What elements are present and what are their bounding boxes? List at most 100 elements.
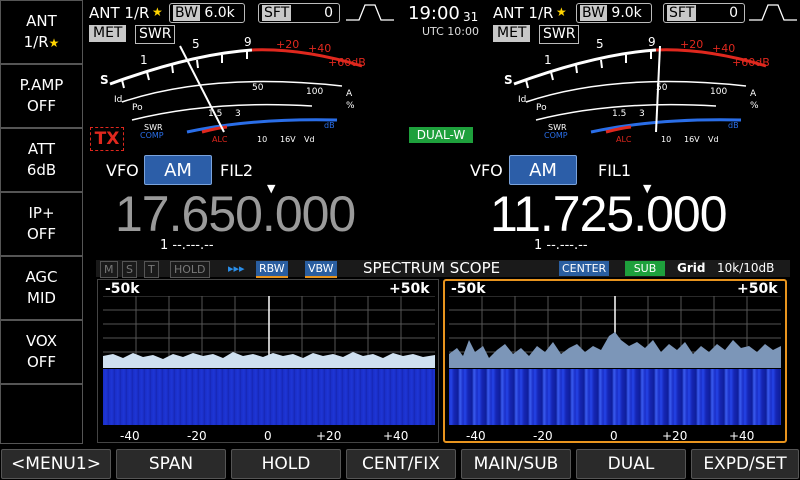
main-memory: 1 --.---.--	[160, 238, 214, 253]
main-meter-arcs	[109, 48, 363, 134]
ipplus-label: IP+	[28, 204, 55, 222]
main-ant: ANT 1/R	[89, 4, 150, 22]
sub-filter-label[interactable]: FIL1	[598, 162, 631, 180]
sub-star-icon: ★	[556, 5, 567, 19]
sub-scope-tick-m40: -40	[466, 429, 486, 443]
scope-grid-label: Grid	[677, 261, 706, 275]
dual-watch-indicator: DUAL-W	[409, 127, 473, 143]
sub-meter-po-label: Po	[536, 103, 547, 113]
ant-label: ANT	[26, 11, 57, 30]
sub-swr-3: 3	[639, 109, 645, 119]
sub-spectrum	[449, 296, 781, 368]
main-meter-s-label: S	[100, 73, 109, 87]
sub-meter-comp-label: COMP	[544, 131, 568, 140]
scope-sub-indicator: SUB	[625, 261, 665, 276]
expd-set-button[interactable]: EXPD/SET	[691, 449, 799, 479]
sub-id-16v: 16V	[684, 135, 700, 144]
sub-meter: S Id Po SWR COMP ALC 1 5 9 +20 +40 +60dB…	[504, 36, 770, 144]
sub-mode-button[interactable]: AM	[509, 155, 577, 185]
sub-plus60: +60dB	[732, 56, 770, 69]
main-plus60: +60dB	[328, 56, 366, 69]
main-vd-label: Vd	[304, 135, 315, 144]
main-waterfall	[103, 369, 435, 425]
main-percent-label: %	[346, 101, 355, 111]
preamp-button[interactable]: P.AMP OFF	[0, 64, 83, 128]
vox-label: VOX	[25, 332, 58, 350]
ipplus-value: OFF	[26, 225, 57, 243]
scope-rbw: RBW	[256, 261, 288, 278]
sub-waterfall	[449, 369, 781, 425]
main-bw-box[interactable]: BW 6.0k	[169, 3, 245, 23]
cent-fix-button[interactable]: CENT/FIX	[346, 449, 456, 479]
main-vfo-label: VFO	[106, 161, 139, 180]
scope-range: 10k/10dB	[717, 261, 775, 275]
sub-po-50: 50	[656, 83, 668, 93]
main-id-16v: 16V	[280, 135, 296, 144]
main-meter-po-label: Po	[132, 103, 143, 113]
main-frequency[interactable]: 17.650.000	[115, 188, 356, 240]
sub-meter-alc-label: ALC	[616, 135, 632, 144]
main-meter-alc-label: ALC	[212, 135, 228, 144]
utc-time: UTC 10:00	[422, 25, 480, 38]
main-s-tick-5: 5	[192, 37, 200, 51]
main-mode-button[interactable]: AM	[144, 155, 212, 185]
main-plus40: +40	[308, 42, 331, 55]
agc-button[interactable]: AGC MID	[0, 256, 83, 320]
scope-hold-indicator: HOLD	[170, 261, 210, 278]
main-sft-value: 0	[324, 5, 333, 21]
main-sft-box[interactable]: SFT 0	[258, 3, 340, 23]
scope-title: SPECTRUM SCOPE	[363, 259, 501, 277]
att-button[interactable]: ATT 6dB	[0, 128, 83, 192]
sub-scope-tick-p40: +40	[729, 429, 755, 443]
sub-spectrum-trace	[449, 332, 781, 368]
main-swr-3: 3	[235, 109, 241, 119]
sub-meter-id-label: Id	[518, 95, 526, 105]
main-sft-label: SFT	[262, 5, 292, 21]
sub-scope-tick-m20: -20	[533, 429, 553, 443]
dual-button[interactable]: DUAL	[576, 449, 686, 479]
main-sub-button[interactable]: MAIN/SUB	[461, 449, 571, 479]
left-spacer	[0, 384, 83, 444]
sub-scope-tick-p20: +20	[662, 429, 688, 443]
sub-filter-shape-icon	[749, 4, 797, 21]
sub-ant: ANT 1/R	[493, 4, 554, 22]
main-scope-tick-p40: +40	[383, 429, 409, 443]
agc-label: AGC	[25, 268, 58, 286]
sub-bw-box[interactable]: BW 9.0k	[576, 3, 652, 23]
span-button[interactable]: SPAN	[116, 449, 226, 479]
sub-scope-tick-0: 0	[610, 429, 618, 443]
scope-t-indicator: T	[144, 261, 159, 278]
ipplus-button[interactable]: IP+ OFF	[0, 192, 83, 256]
main-filter-label[interactable]: FIL2	[220, 162, 253, 180]
ant-button[interactable]: ANT 1/R★	[0, 0, 83, 64]
sub-frequency[interactable]: 11.725.000	[490, 188, 728, 240]
sub-percent-label: %	[750, 101, 759, 111]
sub-bw-value: 9.0k	[611, 5, 642, 21]
sub-plus20: +20	[680, 38, 703, 51]
vox-button[interactable]: VOX OFF	[0, 320, 83, 384]
main-star-icon: ★	[152, 5, 163, 19]
att-value: 6dB	[26, 161, 57, 179]
preamp-label: P.AMP	[19, 76, 64, 94]
main-db-label: dB	[324, 121, 335, 130]
scope-s-indicator: S	[122, 261, 137, 278]
main-a-label: A	[346, 89, 353, 99]
hold-button[interactable]: HOLD	[231, 449, 341, 479]
main-po-100: 100	[306, 87, 323, 97]
sub-a-label: A	[750, 89, 757, 99]
sub-vd-label: Vd	[708, 135, 719, 144]
main-meter-needle	[179, 45, 225, 133]
main-s-tick-1: 1	[140, 53, 148, 67]
menu1-button[interactable]: <MENU1>	[1, 449, 111, 479]
main-swr-1-5: 1.5	[208, 109, 222, 119]
sub-sft-box[interactable]: SFT 0	[663, 3, 745, 23]
scope-m-indicator: M	[100, 261, 118, 278]
sub-plus40: +40	[712, 42, 735, 55]
agc-value: MID	[27, 289, 56, 307]
main-scope-tick-m40: -40	[120, 429, 140, 443]
main-id-10: 10	[257, 135, 267, 144]
main-scope-tick-m20: -20	[187, 429, 207, 443]
scope-vbw: VBW	[305, 261, 337, 278]
sub-po-100: 100	[710, 87, 727, 97]
sub-s-tick-1: 1	[544, 53, 552, 67]
